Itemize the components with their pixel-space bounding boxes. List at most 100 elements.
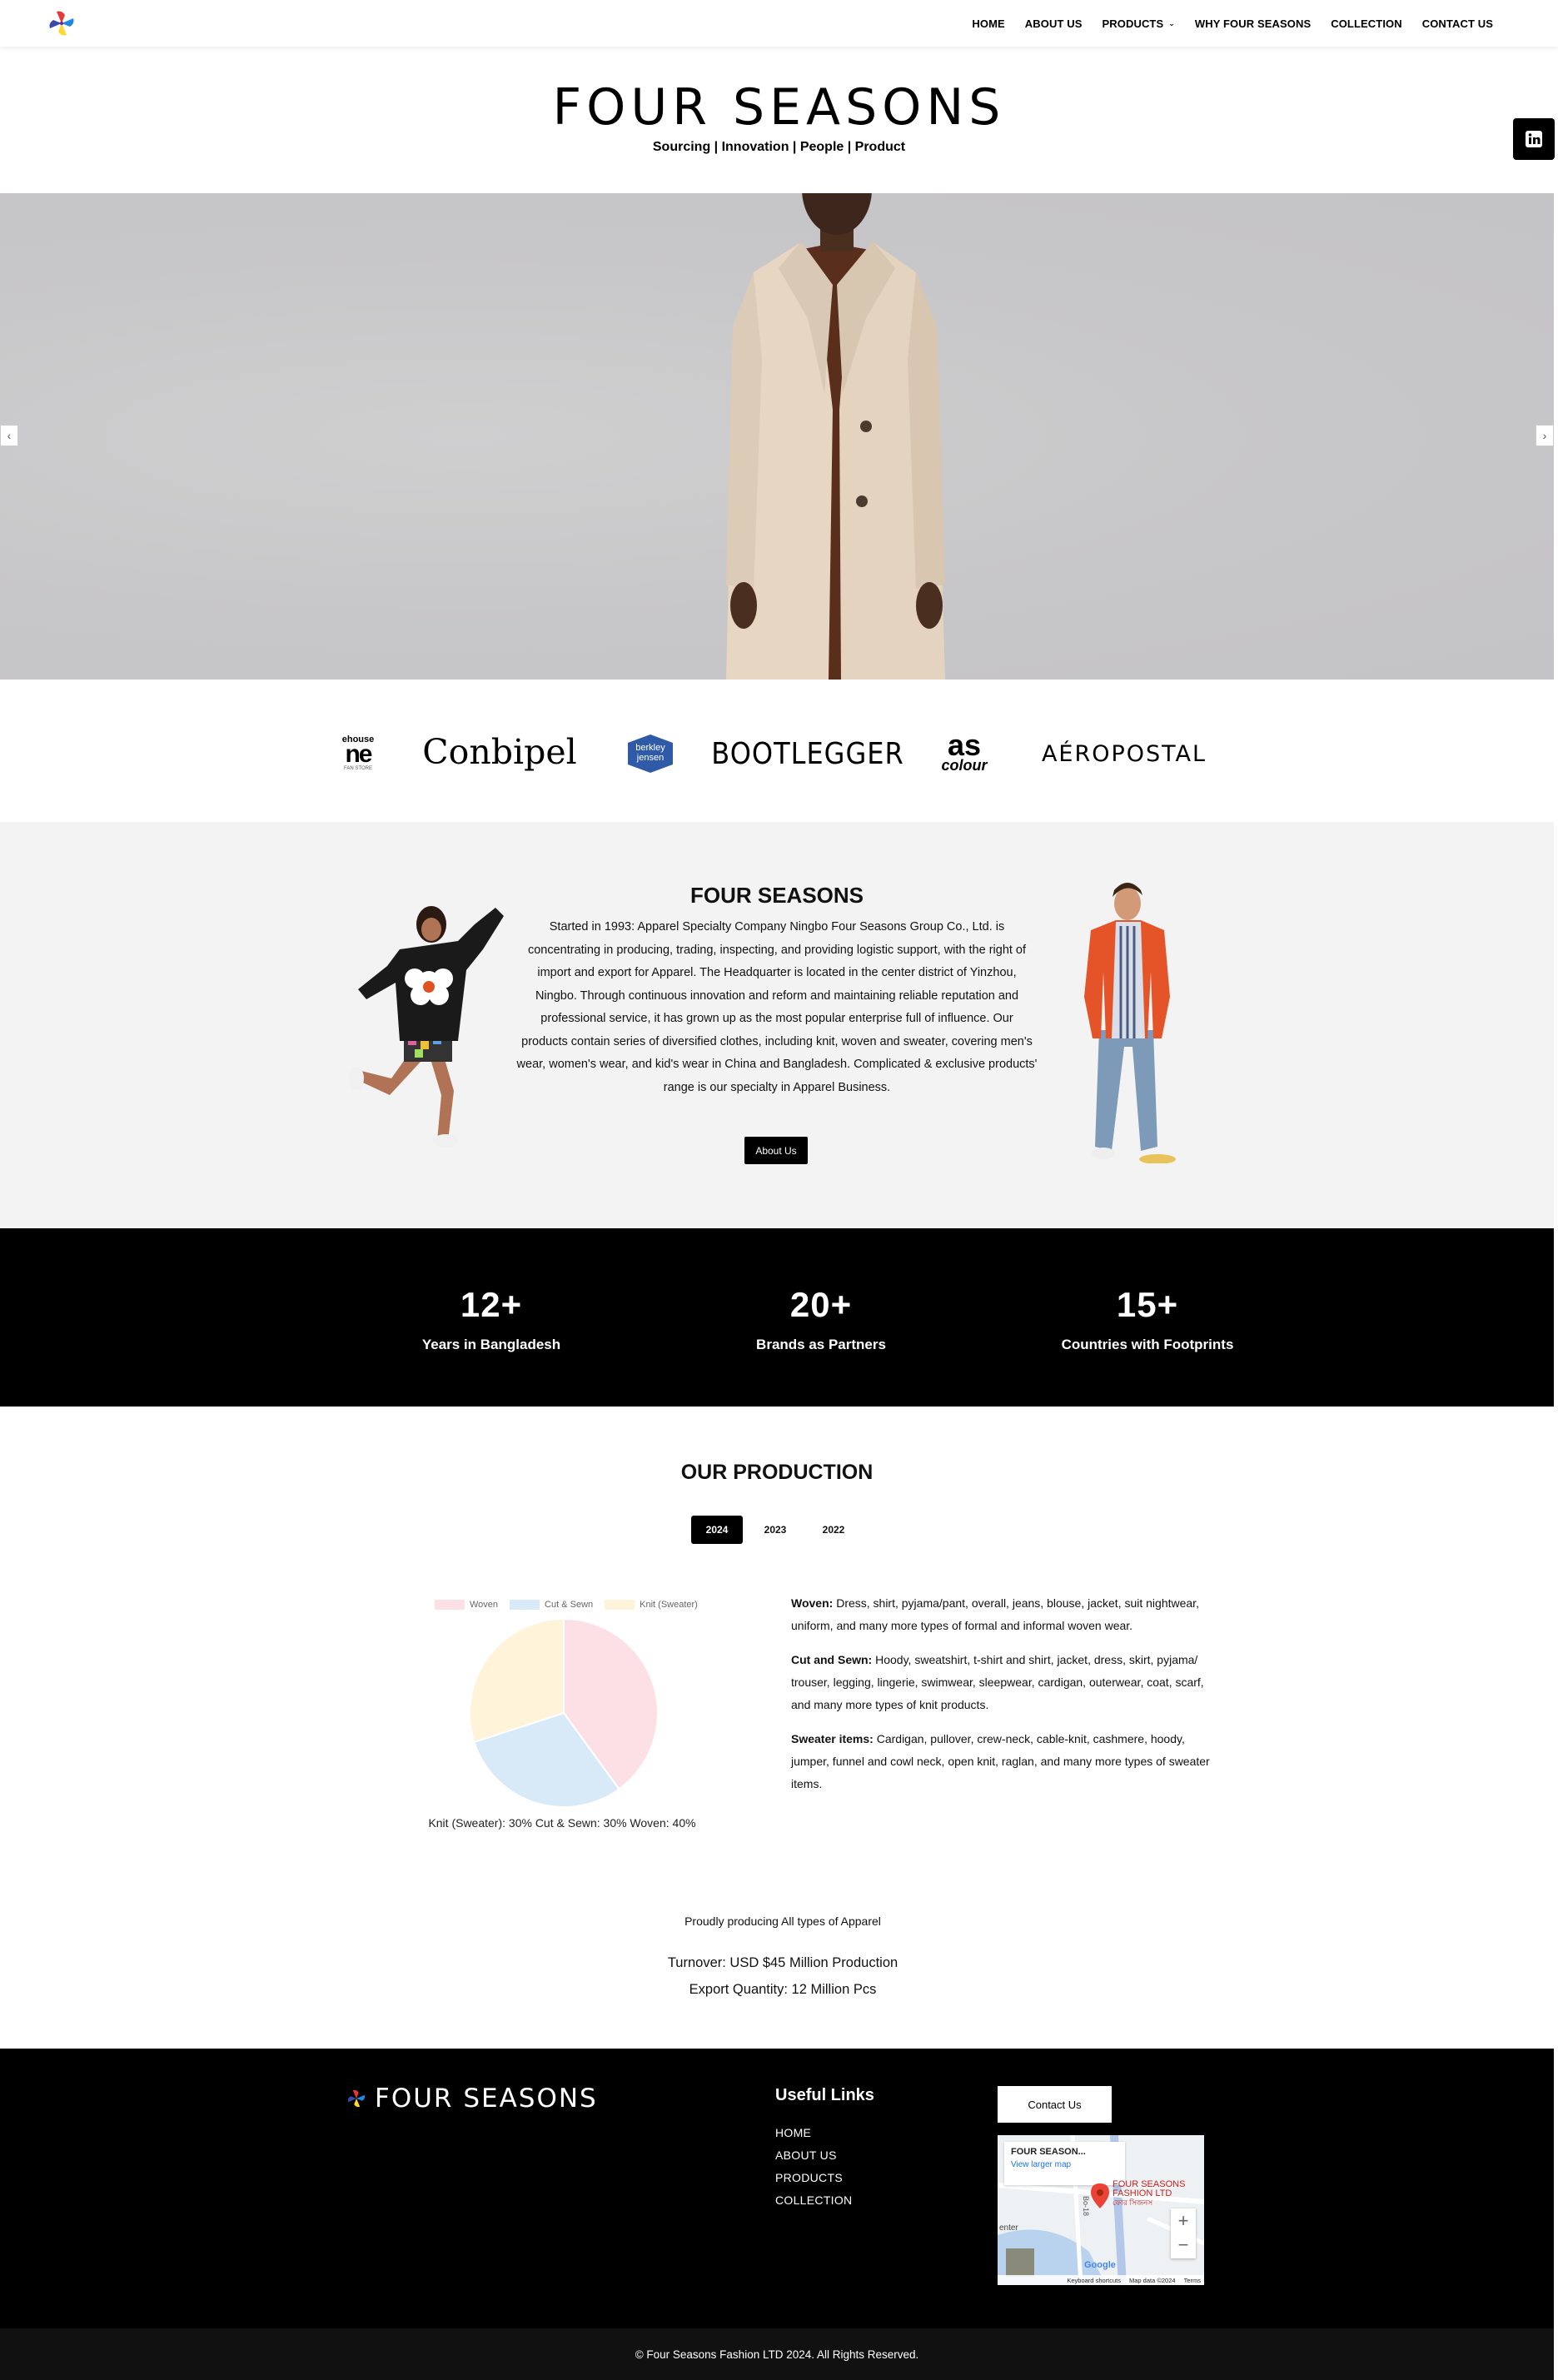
production-pie-chart	[468, 1617, 660, 1809]
map-terms-link[interactable]: Terms	[1184, 2277, 1201, 2284]
footer-link-about-us[interactable]: ABOUT US	[775, 2148, 852, 2162]
about-us-button[interactable]: About Us	[744, 1137, 808, 1164]
map-road-label: Bo-18	[1082, 2195, 1091, 2217]
nav-about-label: ABOUT US	[1024, 17, 1083, 30]
desc-sweater-label: Sweater items:	[791, 1732, 874, 1745]
nav-about-us[interactable]: ABOUT US	[1025, 17, 1083, 30]
nav-home-label: HOME	[972, 17, 1005, 30]
useful-links: HOME ABOUT US PRODUCTS COLLECTION	[775, 2126, 852, 2216]
nav-why-four-seasons[interactable]: WHY FOUR SEASONS	[1195, 17, 1311, 30]
map-view-larger-link[interactable]: View larger map	[1011, 2160, 1118, 2169]
production-turnover: Turnover: USD $45 Million Production	[667, 1955, 898, 1970]
stat-years-value: 12+	[460, 1285, 523, 1324]
chevron-down-icon: ⌄	[1168, 18, 1175, 27]
brand-berkley-top: berkley	[635, 743, 665, 753]
legend-item-woven[interactable]: Woven	[435, 1600, 498, 1610]
brand-tagline: Sourcing | Innovation | People | Product	[652, 140, 906, 154]
brand-logo-ehouse: ehouse ne FAN STORE	[335, 733, 381, 774]
brand-logo-aeropostal: AÉROPOSTAL	[1041, 740, 1207, 767]
legend-label-cut-sewn: Cut & Sewn	[545, 1600, 594, 1610]
nav-products-label: PRODUCTS	[1102, 17, 1164, 30]
tab-2023[interactable]: 2023	[749, 1516, 801, 1544]
footer-link-collection[interactable]: COLLECTION	[775, 2193, 852, 2207]
production-export-quantity: Export Quantity: 12 Million Pcs	[689, 1982, 877, 1997]
map-pin-label-3: ফোর সিজনস	[1113, 2198, 1153, 2207]
legend-item-cut-sewn[interactable]: Cut & Sewn	[510, 1600, 593, 1610]
brand-ehouse-bot: FAN STORE	[344, 766, 372, 771]
brand-title: FOUR SEASONS	[552, 78, 1006, 137]
pie-legend: Woven Cut & Sewn Knit (Sweater)	[435, 1600, 698, 1610]
hero-next-arrow[interactable]: ›	[1536, 425, 1554, 446]
about-left-model-image	[349, 906, 504, 1148]
footer-logo[interactable]: FOUR SEASONS	[345, 2084, 598, 2114]
stat-countries-label: Countries with Footprints	[1061, 1337, 1234, 1352]
brand-berkley-bot: jensen	[636, 753, 665, 763]
location-map[interactable]: FOUR SEASON... View larger map FOUR SEAS…	[998, 2135, 1204, 2285]
brand-logo-bootlegger: BOOTLEGGER	[711, 736, 904, 771]
nav-contact-us[interactable]: CONTACT US	[1422, 17, 1493, 30]
map-attribution-bar: Keyboard shortcuts Map data ©2024 Terms	[998, 2275, 1204, 2285]
nav-menu: HOME ABOUT US PRODUCTS ⌄ WHY FOUR SEASONS…	[972, 0, 1493, 47]
chevron-left-icon: ‹	[7, 429, 12, 442]
stat-brands-value: 20+	[789, 1285, 853, 1324]
legend-swatch-cut-sewn	[510, 1600, 540, 1610]
map-area-label: enter	[999, 2223, 1018, 2233]
linkedin-icon	[1526, 131, 1542, 147]
legend-label-knit: Knit (Sweater)	[640, 1600, 698, 1610]
desc-woven: Woven: Dress, shirt, pyjama/pant, overal…	[791, 1592, 1216, 1637]
desc-woven-label: Woven:	[791, 1596, 834, 1610]
map-zoom-controls: + −	[1171, 2208, 1196, 2258]
brand-partners-row: ehouse ne FAN STORE Conbipel berkley jen…	[0, 724, 1558, 783]
desc-cut-sewn: Cut and Sewn: Hoody, sweatshirt, t-shirt…	[791, 1649, 1216, 1716]
production-proud-text: Proudly producing All types of Apparel	[684, 1914, 881, 1928]
pie-svg	[469, 1617, 659, 1808]
nav-contact-label: CONTACT US	[1421, 17, 1493, 30]
desc-sweater: Sweater items: Cardigan, pullover, crew-…	[791, 1728, 1216, 1795]
brand-logo-as-colour: as colour	[939, 728, 989, 778]
hero-model-image	[726, 193, 945, 680]
map-pin-icon[interactable]	[1091, 2183, 1109, 2208]
contact-us-button[interactable]: Contact Us	[998, 2086, 1112, 2123]
brand-ascolour-bot: colour	[941, 757, 988, 774]
nav-collection[interactable]: COLLECTION	[1331, 17, 1402, 30]
four-seasons-logo-icon	[347, 2089, 366, 2108]
about-section: FOUR SEASONS Started in 1993: Apparel Sp…	[0, 822, 1554, 1228]
tab-2022[interactable]: 2022	[808, 1516, 859, 1544]
nav-products[interactable]: PRODUCTS ⌄	[1103, 17, 1175, 30]
linkedin-button[interactable]	[1513, 118, 1555, 160]
stats-section: 12+ Years in Bangladesh 20+ Brands as Pa…	[0, 1228, 1554, 1407]
tab-2024[interactable]: 2024	[691, 1516, 743, 1544]
stat-brands-label: Brands as Partners	[756, 1337, 886, 1352]
brand-logo-conbipel: Conbipel	[422, 732, 577, 772]
four-seasons-logo-icon[interactable]	[45, 7, 78, 40]
footer-brand-name: FOUR SEASONS	[375, 2084, 598, 2114]
brand-logo-berkley-jensen: berkley jensen	[623, 731, 678, 776]
map-place-name: FOUR SEASON...	[1011, 2147, 1086, 2157]
brand-ehouse-mid: ne	[345, 740, 372, 768]
map-zoom-out-button[interactable]: −	[1171, 2233, 1196, 2258]
legend-swatch-woven	[435, 1600, 465, 1610]
year-tabs: 2024 2023 2022	[691, 1516, 859, 1544]
map-place-card: FOUR SEASON... View larger map	[1004, 2142, 1125, 2185]
nav-collection-label: COLLECTION	[1331, 17, 1402, 30]
desc-woven-text: Dress, shirt, pyjama/pant, overall, jean…	[791, 1596, 1199, 1632]
map-keyboard-shortcuts[interactable]: Keyboard shortcuts	[1067, 2277, 1121, 2284]
production-title: OUR PRODUCTION	[680, 1461, 874, 1484]
legend-item-knit[interactable]: Knit (Sweater)	[605, 1600, 698, 1610]
hero-prev-arrow[interactable]: ‹	[0, 425, 18, 446]
about-title: FOUR SEASONS	[689, 883, 864, 908]
useful-links-title: Useful Links	[775, 2086, 874, 2104]
pie-caption: Knit (Sweater): 30% Cut & Sewn: 30% Wove…	[428, 1816, 696, 1830]
footer-link-products[interactable]: PRODUCTS	[775, 2171, 852, 2184]
brand-ascolour-top: as	[947, 728, 982, 762]
stat-years-label: Years in Bangladesh	[421, 1337, 561, 1352]
map-zoom-in-button[interactable]: +	[1171, 2208, 1196, 2233]
legend-label-woven: Woven	[470, 1600, 499, 1610]
footer-link-home[interactable]: HOME	[775, 2126, 852, 2139]
hero-slider	[0, 193, 1554, 680]
about-description: Started in 1993: Apparel Specialty Compa…	[516, 920, 1038, 1094]
stat-countries-value: 15+	[1116, 1285, 1179, 1324]
map-pin-label: FOUR SEASONS FASHION LTD ফোর সিজনস	[1113, 2180, 1185, 2208]
nav-home[interactable]: HOME	[972, 17, 1004, 30]
about-right-model-image	[1084, 883, 1176, 1163]
